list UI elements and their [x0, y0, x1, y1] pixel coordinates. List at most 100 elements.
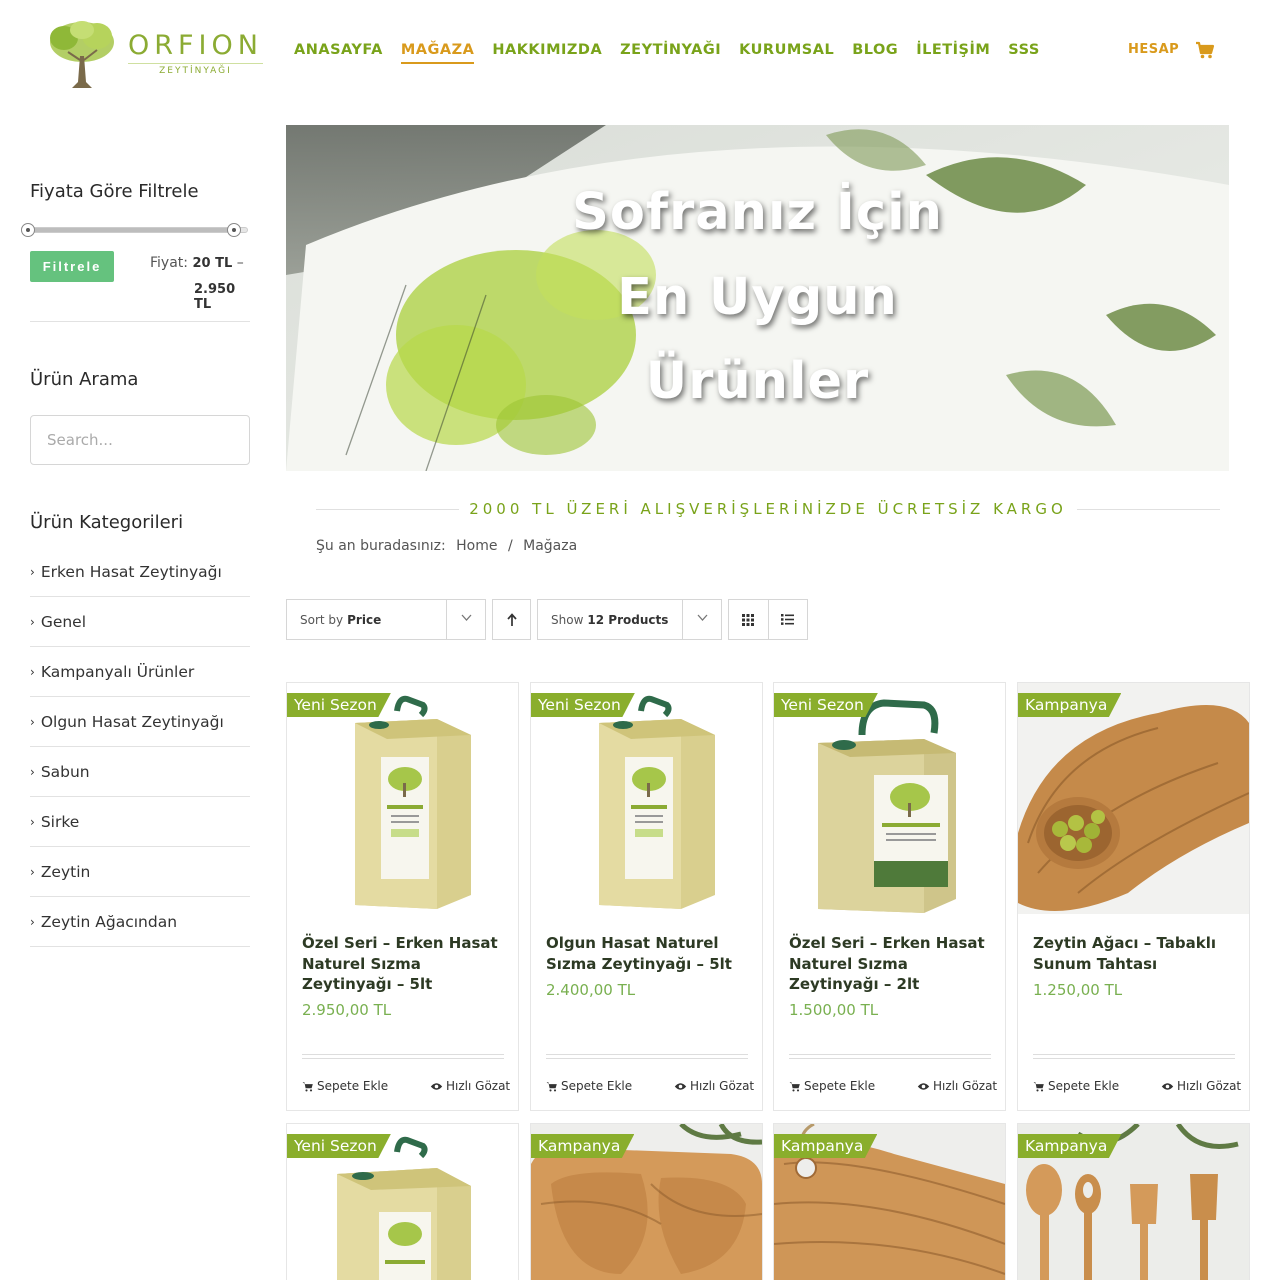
nav-item-sss[interactable]: SSS: [1008, 42, 1040, 64]
breadcrumb-home[interactable]: Home: [456, 538, 497, 554]
nav-item-blog[interactable]: BLOG: [852, 42, 898, 64]
product-title[interactable]: Olgun Hasat Naturel Sızma Zeytinyağı – 5…: [546, 933, 751, 974]
price-filter-title: Fiyata Göre Filtrele: [30, 181, 199, 202]
logo[interactable]: ORFION ZEYTİNYAĞI: [42, 16, 267, 90]
sort-label: Sort by: [300, 612, 344, 627]
free-shipping-notice: 2000 TL ÜZERİ ALIŞVERİŞLERİNİZDE ÜCRETSİ…: [316, 499, 1221, 519]
product-card[interactable]: Yeni Sezon: [286, 1123, 519, 1280]
category-label: Olgun Hasat Zeytinyağı: [40, 712, 224, 731]
product-search-input[interactable]: Search...: [30, 415, 250, 465]
add-to-cart-button[interactable]: Sepete Ekle: [789, 1079, 875, 1093]
shopping-cart-icon: [546, 1081, 557, 1091]
nav-item-kurumsal[interactable]: KURUMSAL: [739, 42, 834, 64]
olive-tree-logo-icon: [50, 21, 114, 88]
nav-item-iletisim[interactable]: İLETİŞİM: [916, 42, 990, 64]
quick-view-button[interactable]: Hızlı Gözat: [430, 1079, 510, 1093]
free-shipping-text: 2000 TL ÜZERİ ALIŞVERİŞLERİNİZDE ÜCRETSİ…: [469, 500, 1067, 518]
categories-title: Ürün Kategorileri: [30, 512, 184, 533]
category-item[interactable]: › Sabun: [30, 747, 250, 797]
price-range-slider[interactable]: [20, 223, 250, 237]
product-badge: Kampanya: [531, 1134, 635, 1158]
product-card[interactable]: Kampanya: [1017, 1123, 1250, 1280]
tin-can-image: [531, 683, 762, 914]
product-price: 2.400,00 TL: [546, 981, 636, 999]
product-card[interactable]: Yeni Sezon Olgun Hasat Naturel Sızma Zey…: [530, 682, 763, 1111]
shopping-cart-icon: [789, 1081, 800, 1091]
add-to-cart-button[interactable]: Sepete Ekle: [1033, 1079, 1119, 1093]
product-card[interactable]: Kampanya: [530, 1123, 763, 1280]
product-badge: Kampanya: [774, 1134, 878, 1158]
nav-item-hakkimizda[interactable]: HAKKIMIZDA: [492, 42, 602, 64]
shopping-cart-icon: [302, 1081, 313, 1091]
list-icon: [781, 614, 795, 625]
category-item[interactable]: › Genel: [30, 597, 250, 647]
account-link[interactable]: HESAP: [1128, 42, 1179, 57]
sort-direction-button[interactable]: [492, 599, 531, 640]
divider: [316, 508, 460, 510]
category-item[interactable]: › Olgun Hasat Zeytinyağı: [30, 697, 250, 747]
divider: [546, 1054, 748, 1059]
category-item[interactable]: › Sirke: [30, 797, 250, 847]
nav-item-zeytinyagi[interactable]: ZEYTİNYAĞI: [620, 42, 721, 64]
grid-view-button[interactable]: [729, 600, 768, 639]
add-to-cart-button[interactable]: Sepete Ekle: [302, 1079, 388, 1093]
list-view-button[interactable]: [768, 600, 807, 639]
product-image[interactable]: Yeni Sezon: [287, 683, 518, 914]
product-price: 2.950,00 TL: [302, 1001, 392, 1019]
category-item[interactable]: › Zeytin Ağacından: [30, 897, 250, 947]
product-card[interactable]: Yeni Sezon Özel Seri – Erken Hasat Natur…: [773, 682, 1006, 1111]
product-badge: Yeni Sezon: [531, 693, 635, 717]
chevron-right-icon: ›: [30, 814, 35, 829]
price-range-label: Fiyat: 20 TL –: [150, 255, 244, 271]
divider: [1033, 1054, 1235, 1059]
category-label: Sirke: [40, 812, 80, 831]
slider-min-handle[interactable]: [21, 223, 35, 237]
chevron-down-icon: [461, 614, 472, 621]
product-card[interactable]: Kampanya: [773, 1123, 1006, 1280]
product-image[interactable]: Kampanya: [1018, 683, 1249, 914]
breadcrumb: Şu an buradasınız: Home / Mağaza: [316, 538, 583, 554]
product-title[interactable]: Zeytin Ağacı – Tabaklı Sunum Tahtası: [1033, 933, 1238, 974]
olive-wood-board-image: [1018, 683, 1249, 914]
main-nav: ANASAYFA MAĞAZA HAKKIMIZDA ZEYTİNYAĞI KU…: [294, 42, 1058, 64]
eye-icon: [430, 1082, 443, 1090]
quick-view-button[interactable]: Hızlı Gözat: [1161, 1079, 1241, 1093]
tin-can-image: [774, 683, 1005, 914]
products-per-page-select[interactable]: Show 12 Products: [537, 599, 722, 640]
product-card[interactable]: Kampanya Zeytin Ağacı – Tabaklı Sunum Ta…: [1017, 682, 1250, 1111]
product-card[interactable]: Yeni Sezon Özel Seri – Erken Hasat Natur…: [286, 682, 519, 1111]
chevron-right-icon: ›: [30, 764, 35, 779]
eye-icon: [674, 1082, 687, 1090]
category-item[interactable]: › Erken Hasat Zeytinyağı: [30, 547, 250, 597]
add-to-cart-button[interactable]: Sepete Ekle: [546, 1079, 632, 1093]
divider: [789, 1054, 991, 1059]
product-badge: Kampanya: [1018, 1134, 1122, 1158]
banner-line-3: Ürünler: [645, 352, 870, 411]
nav-item-anasayfa[interactable]: ANASAYFA: [294, 42, 383, 64]
slider-max-handle[interactable]: [227, 223, 241, 237]
product-image[interactable]: Yeni Sezon: [531, 683, 762, 914]
quick-view-button[interactable]: Hızlı Gözat: [674, 1079, 754, 1093]
sort-by-select[interactable]: Sort by Price: [286, 599, 486, 640]
tin-can-image: [287, 683, 518, 914]
product-title[interactable]: Özel Seri – Erken Hasat Naturel Sızma Ze…: [302, 933, 507, 995]
quick-view-label: Hızlı Gözat: [690, 1079, 755, 1093]
add-to-cart-label: Sepete Ekle: [317, 1079, 389, 1093]
chevron-right-icon: ›: [30, 914, 35, 929]
brand-subtitle: ZEYTİNYAĞI: [128, 62, 263, 76]
product-badge: Yeni Sezon: [287, 693, 391, 717]
price-prefix: Fiyat:: [150, 255, 188, 271]
category-item[interactable]: › Kampanyalı Ürünler: [30, 647, 250, 697]
shopping-cart-icon[interactable]: [1195, 40, 1215, 60]
nav-item-magaza[interactable]: MAĞAZA: [400, 42, 475, 64]
filter-button[interactable]: Filtrele: [30, 251, 114, 282]
show-label: Show: [551, 612, 584, 627]
product-image[interactable]: Yeni Sezon: [774, 683, 1005, 914]
category-item[interactable]: › Zeytin: [30, 847, 250, 897]
eye-icon: [917, 1082, 930, 1090]
quick-view-button[interactable]: Hızlı Gözat: [917, 1079, 997, 1093]
quick-view-label: Hızlı Gözat: [933, 1079, 998, 1093]
add-to-cart-label: Sepete Ekle: [1048, 1079, 1120, 1093]
product-title[interactable]: Özel Seri – Erken Hasat Naturel Sızma Ze…: [789, 933, 994, 995]
quick-view-label: Hızlı Gözat: [446, 1079, 511, 1093]
